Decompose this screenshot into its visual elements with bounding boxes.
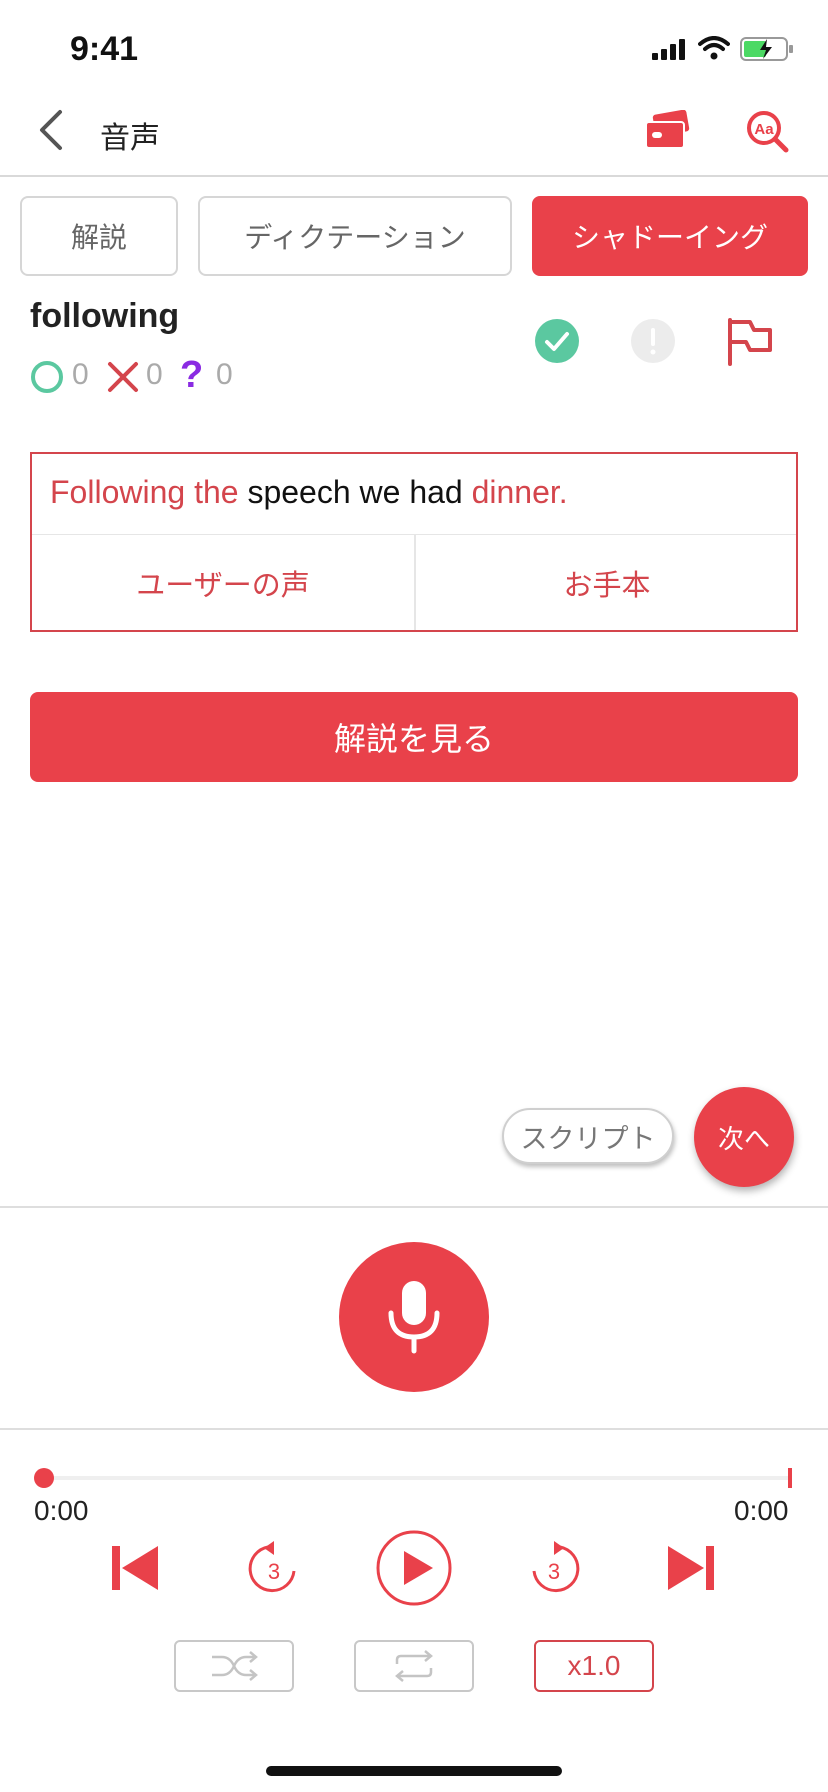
signal-icon: [652, 38, 686, 64]
record-button[interactable]: [339, 1242, 489, 1392]
status-time: 9:41: [70, 30, 139, 68]
user-voice-button[interactable]: ユーザーの声: [32, 536, 414, 630]
playback-speed-button[interactable]: x1.0: [534, 1640, 654, 1692]
exclamation-circle-icon: [631, 319, 675, 363]
header-divider: [0, 175, 828, 177]
current-time: 0:00: [34, 1495, 89, 1526]
tab-explanation[interactable]: 解説: [20, 196, 178, 276]
next-button[interactable]: 次へ: [694, 1087, 794, 1187]
play-button[interactable]: [374, 1528, 454, 1608]
tab-shadowing[interactable]: シャドーイング: [532, 196, 808, 276]
sentence-plain: speech we had: [238, 474, 472, 510]
progress-thumb[interactable]: [34, 1468, 54, 1488]
svg-text:Aa: Aa: [754, 121, 774, 138]
word-title: following: [30, 297, 180, 335]
rewind-seconds: 3: [268, 1559, 280, 1584]
play-icon: [376, 1530, 452, 1606]
tab-dictation[interactable]: ディクテーション: [198, 196, 512, 276]
correct-circle-icon: [30, 360, 64, 398]
flashcard-icon: [645, 109, 690, 149]
shuffle-button[interactable]: [174, 1640, 294, 1692]
script-button[interactable]: スクリプト: [502, 1108, 674, 1164]
forward-seconds: 3: [548, 1559, 560, 1584]
total-time: 0:00: [734, 1495, 789, 1526]
sentence-text: Following the speech we had dinner.: [50, 474, 568, 511]
rewind-button[interactable]: 3: [244, 1536, 304, 1598]
flashcard-button[interactable]: [644, 109, 690, 154]
progress-end-marker: [788, 1468, 792, 1488]
progress-track[interactable]: [42, 1476, 792, 1480]
forward-3-icon: 3: [532, 1541, 580, 1593]
flag-button[interactable]: [726, 316, 774, 370]
unsure-question-icon: ?: [180, 354, 204, 396]
chevron-left-icon: [40, 110, 62, 150]
sentence-highlight-2: dinner.: [471, 474, 568, 510]
mark-correct-button[interactable]: [534, 318, 580, 368]
page-title: 音声: [100, 121, 160, 156]
correct-count: 0: [72, 358, 89, 391]
mark-warning-button[interactable]: [630, 318, 676, 368]
skip-next-icon: [668, 1546, 714, 1590]
model-voice-button[interactable]: お手本: [416, 536, 798, 630]
dictionary-search-icon: Aa: [747, 111, 789, 153]
back-button[interactable]: [34, 108, 68, 152]
repeat-button[interactable]: [354, 1640, 474, 1692]
home-indicator: [266, 1766, 562, 1776]
view-explanation-button[interactable]: 解説を見る: [30, 692, 798, 782]
flag-icon: [728, 318, 772, 366]
dictionary-button[interactable]: Aa: [746, 110, 790, 158]
section-divider-bottom: [0, 1428, 828, 1430]
sentence-card: Following the speech we had dinner. ユーザー…: [30, 452, 798, 632]
shuffle-icon: [212, 1651, 258, 1681]
skip-previous-icon: [112, 1546, 158, 1590]
microphone-icon: [388, 1281, 440, 1354]
rewind-3-icon: 3: [248, 1541, 296, 1593]
forward-button[interactable]: 3: [524, 1536, 584, 1598]
wifi-icon: [698, 36, 730, 64]
wrong-count: 0: [146, 358, 163, 391]
previous-track-button[interactable]: [108, 1542, 162, 1594]
sentence-highlight-1: Following the: [50, 474, 239, 510]
repeat-icon: [395, 1650, 433, 1682]
battery-icon: [740, 36, 794, 66]
wrong-cross-icon: [106, 360, 140, 398]
check-circle-icon: [535, 319, 579, 363]
unsure-count: 0: [216, 358, 233, 391]
section-divider-top: [0, 1206, 828, 1208]
next-track-button[interactable]: [664, 1542, 718, 1594]
